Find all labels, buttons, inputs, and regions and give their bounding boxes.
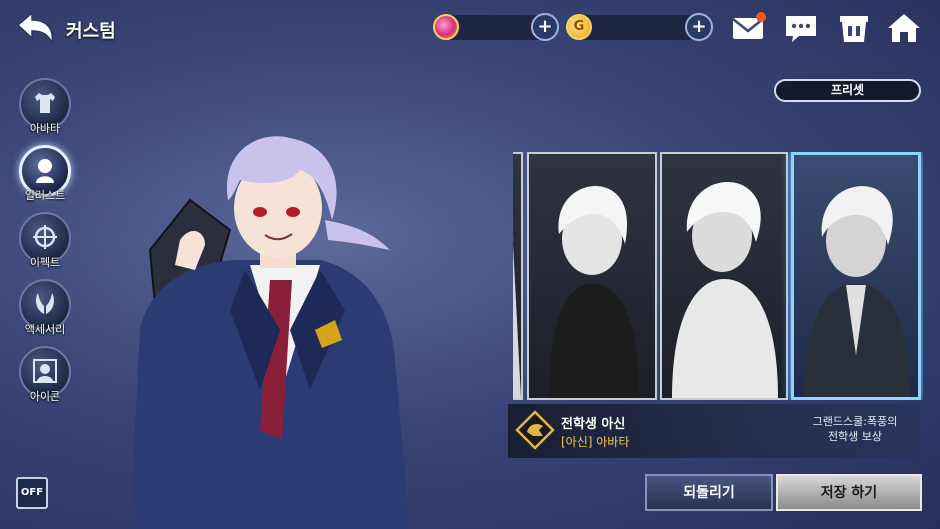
preset-button[interactable]: 프리셋 [774, 79, 921, 102]
costume-type: [아신] 아바타 [561, 435, 630, 449]
notification-dot [756, 12, 766, 22]
chat-icon[interactable] [783, 10, 819, 46]
wardrobe-icon[interactable] [836, 10, 872, 46]
costume-carousel [513, 152, 923, 400]
costume-card[interactable] [660, 152, 788, 400]
add-gold-button[interactable]: + [685, 13, 713, 41]
revert-button[interactable]: 되돌리기 [645, 474, 773, 511]
reward-line-2: 전학생 보상 [827, 430, 883, 443]
costume-card[interactable] [527, 152, 657, 400]
side-item-icon[interactable]: 아이콘 [14, 346, 76, 408]
costume-portrait [804, 186, 910, 397]
top-bar: 커스텀 + G + [0, 0, 940, 58]
costume-emblem-icon [515, 410, 555, 450]
side-item-illust[interactable]: 일러스트 [14, 145, 76, 207]
save-button[interactable]: 저장 하기 [776, 474, 922, 511]
costume-card-selected[interactable] [791, 152, 921, 400]
crosshair-icon [33, 225, 57, 249]
side-item-accessory[interactable]: 액세서리 [14, 279, 76, 341]
back-arrow-icon[interactable] [14, 10, 56, 46]
costume-reward-source: 그랜드스쿨:폭풍의 전학생 보상 [790, 414, 920, 444]
side-item-label: 아바타 [29, 122, 61, 135]
side-item-effect[interactable]: 이펙트 [14, 212, 76, 274]
reward-line-1: 그랜드스쿨:폭풍의 [812, 415, 898, 428]
costume-card[interactable] [513, 152, 523, 400]
costume-portrait [513, 242, 521, 398]
home-icon[interactable] [886, 10, 922, 46]
costume-portrait [672, 182, 778, 398]
costume-portrait [549, 186, 639, 398]
side-item-label: 액세서리 [24, 323, 66, 336]
portrait-icon [36, 159, 54, 183]
shirt-icon [35, 93, 55, 113]
add-gem-button[interactable]: + [531, 13, 559, 41]
side-item-label: 일러스트 [24, 189, 66, 202]
side-item-label: 아이콘 [29, 390, 61, 403]
page-title: 커스텀 [66, 21, 116, 42]
toggle-off-button[interactable]: OFF [16, 477, 48, 509]
character-illustration [130, 136, 410, 529]
wings-icon [36, 293, 54, 314]
gold-coin-icon: G [566, 14, 592, 40]
gem-icon [433, 14, 459, 40]
costume-name: 전학생 아신 [561, 417, 626, 432]
side-item-label: 이펙트 [29, 256, 61, 269]
side-item-avatar[interactable]: 아바타 [14, 78, 76, 140]
profile-icon [33, 359, 57, 383]
